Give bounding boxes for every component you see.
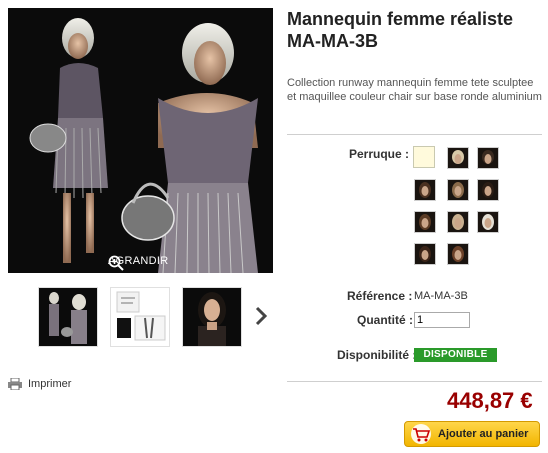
wig-swatch[interactable] (447, 211, 469, 233)
availability-badge: DISPONIBLE (414, 348, 497, 362)
wig-swatch-selected[interactable] (413, 146, 435, 168)
wig-swatch-image (452, 246, 464, 262)
add-to-cart-label: Ajouter au panier (438, 428, 529, 440)
wig-option-label: Perruque : (349, 147, 410, 161)
product-price: 448,87 € (447, 388, 533, 413)
wig-swatch[interactable] (447, 179, 469, 201)
wig-swatch-image (419, 214, 431, 230)
thumbnail-3[interactable] (182, 287, 242, 347)
add-to-cart-button[interactable]: Ajouter au panier (404, 421, 540, 447)
print-link[interactable]: Imprimer (8, 378, 71, 390)
wig-swatch[interactable] (447, 243, 469, 265)
product-description: Collection runway mannequin femme tete s… (287, 77, 542, 103)
product-title: Mannequin femme réaliste MA-MA-3B (287, 9, 514, 51)
wig-swatch-image (419, 182, 431, 198)
wig-swatch-image (452, 214, 464, 230)
wig-swatch-image (419, 246, 431, 262)
printer-icon (8, 378, 22, 390)
wig-swatch-image (482, 214, 494, 230)
thumbnail-2[interactable] (110, 287, 170, 347)
print-label: Imprimer (28, 378, 72, 390)
quantity-input[interactable] (414, 312, 470, 328)
reference-value: MA-MA-3B (414, 290, 468, 302)
reference-label: Référence : (347, 289, 413, 303)
magnifier-plus-icon (108, 255, 124, 271)
wig-swatch-image (452, 150, 464, 164)
wig-swatch-image (452, 182, 464, 198)
wig-swatch[interactable] (477, 147, 499, 169)
wig-swatch[interactable] (447, 147, 469, 169)
divider (287, 134, 542, 135)
product-main-image[interactable]: AGRANDIR (8, 8, 273, 273)
wig-swatch-image (482, 150, 494, 164)
chevron-right-icon[interactable] (254, 305, 268, 327)
thumbnail-1[interactable] (38, 287, 98, 347)
wig-swatch[interactable] (414, 211, 436, 233)
cart-icon (411, 424, 431, 444)
mannequin-photo (29, 18, 258, 273)
thumbnail-image (111, 288, 169, 346)
wig-swatch-image (482, 182, 494, 198)
divider (287, 381, 542, 382)
quantity-label: Quantité : (357, 313, 413, 327)
wig-swatch[interactable] (414, 243, 436, 265)
zoom-link[interactable]: AGRANDIR (108, 255, 168, 271)
wig-swatch[interactable] (477, 211, 499, 233)
wig-swatch[interactable] (477, 179, 499, 201)
wig-swatch[interactable] (414, 179, 436, 201)
thumbnail-image (183, 288, 241, 346)
availability-label: Disponibilité : (337, 348, 417, 362)
thumbnail-image (39, 288, 97, 346)
